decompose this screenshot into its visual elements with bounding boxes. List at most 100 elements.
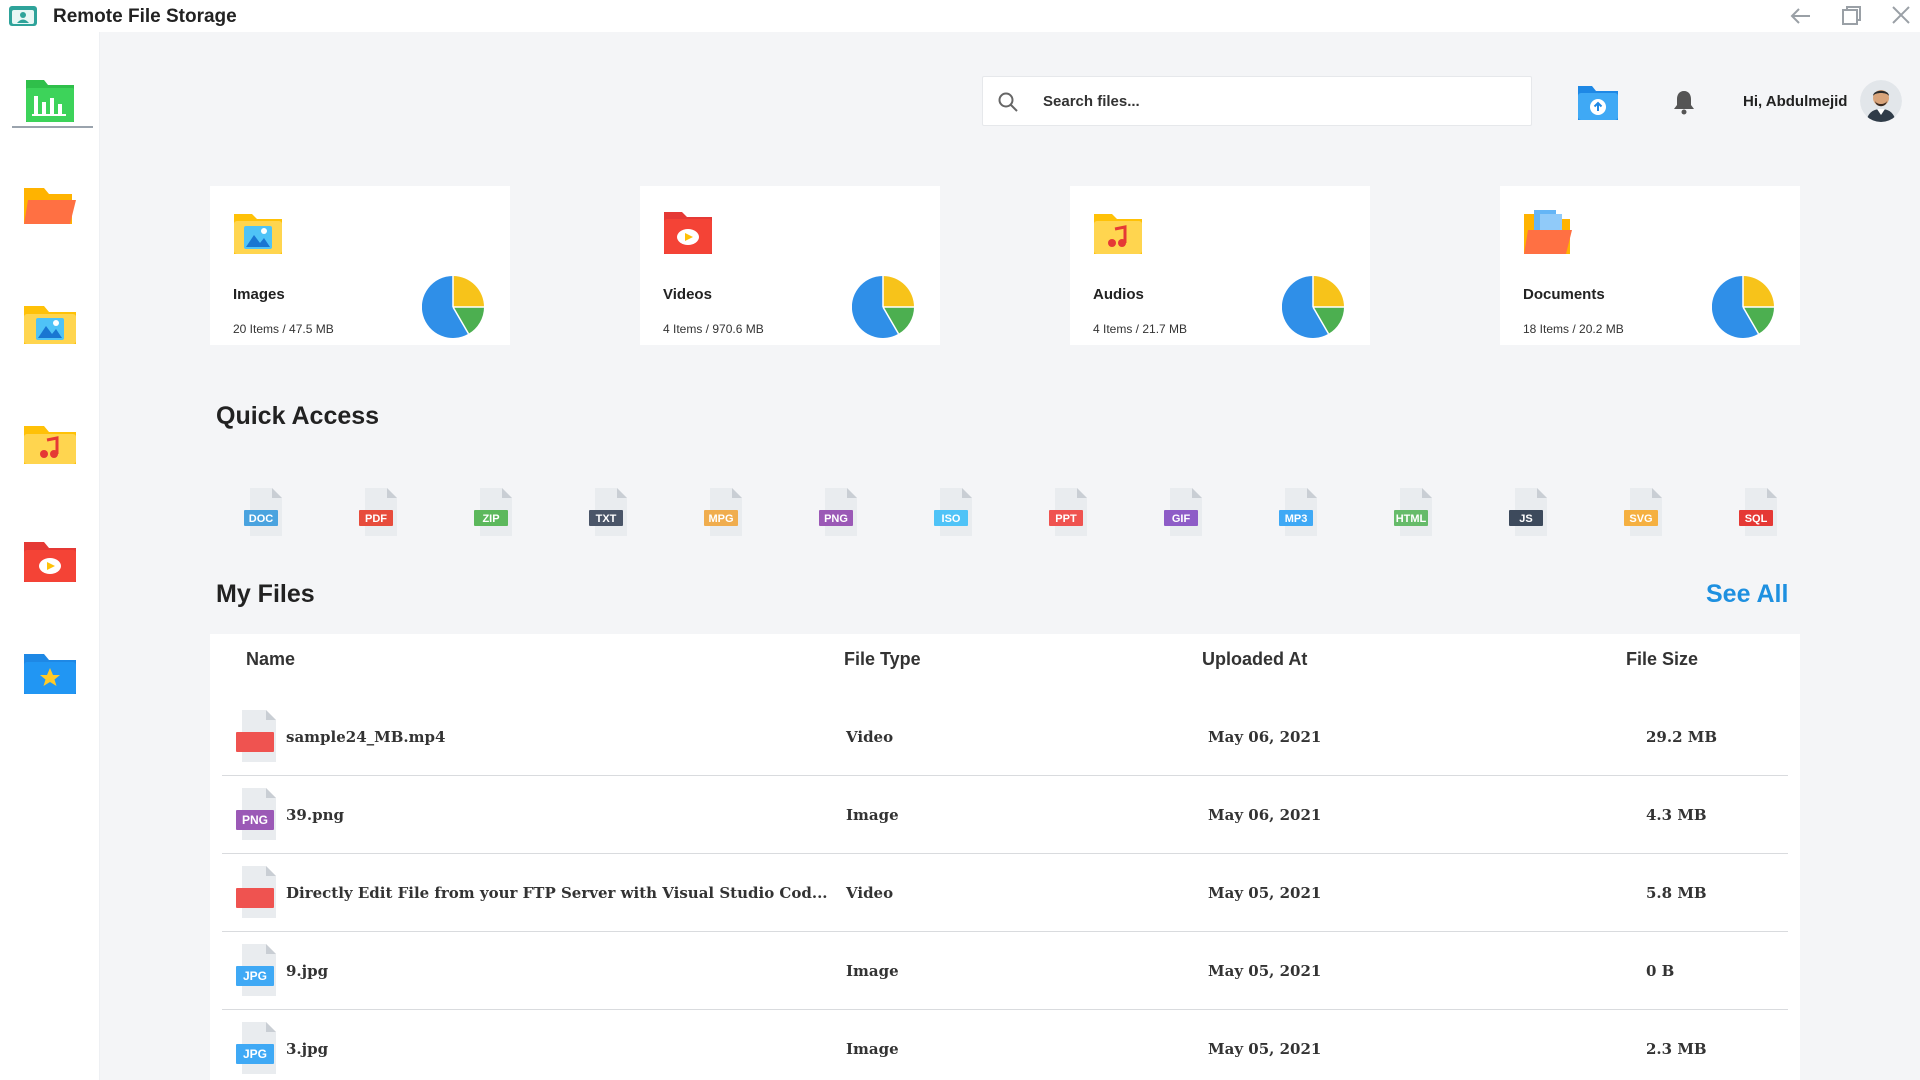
file-size: 29.2 MB (1646, 728, 1718, 746)
see-all-link[interactable]: See All (1706, 580, 1788, 609)
file-badge: JPG (243, 969, 267, 983)
storage-pie-chart (1712, 276, 1774, 338)
file-icon: JPG (234, 1020, 280, 1076)
sidebar-item-audios[interactable] (20, 414, 80, 474)
category-name: Documents (1523, 286, 1605, 303)
sidebar-item-videos[interactable] (20, 532, 80, 592)
file-uploaded-at: May 06, 2021 (1208, 728, 1322, 746)
quick-access-ppt[interactable]: PPT (1047, 486, 1091, 538)
image-folder-icon (24, 306, 76, 344)
category-card-documents[interactable]: Documents 18 Items / 20.2 MB (1500, 186, 1800, 345)
sidebar-item-all-files[interactable] (20, 176, 80, 236)
table-row[interactable]: JPG 3.jpg Image May 05, 2021 2.3 MB (222, 1010, 1788, 1080)
file-type-label: MP3 (1285, 513, 1308, 525)
file-type-label: DOC (249, 513, 274, 525)
file-size: 0 B (1646, 962, 1675, 980)
search-input[interactable] (1043, 77, 1513, 125)
quick-access-zip[interactable]: ZIP (472, 486, 516, 538)
maximize-icon[interactable] (1834, 2, 1868, 30)
app-title: Remote File Storage (53, 6, 237, 27)
file-badge: JPG (243, 1047, 267, 1061)
file-type-label: ISO (942, 513, 961, 525)
storage-pie-chart (852, 276, 914, 338)
mpg-file-icon: MPG (704, 488, 742, 536)
search-bar (982, 76, 1532, 126)
ppt-file-icon: PPT (1049, 488, 1087, 536)
sidebar-item-dashboard[interactable] (20, 70, 80, 130)
gif-file-icon: GIF (1164, 488, 1202, 536)
category-meta: 20 Items / 47.5 MB (233, 322, 334, 336)
close-icon[interactable] (1884, 2, 1918, 30)
category-card-audios[interactable]: Audios 4 Items / 21.7 MB (1070, 186, 1370, 345)
file-uploaded-at: May 06, 2021 (1208, 806, 1322, 824)
video-folder-icon (662, 208, 714, 258)
file-type: Image (846, 1040, 899, 1058)
file-type: Video (846, 728, 894, 746)
file-type-label: JS (1519, 513, 1532, 525)
column-header-uploaded[interactable]: Uploaded At (1202, 634, 1307, 684)
doc-file-icon: DOC (244, 488, 282, 536)
sidebar-item-images[interactable] (20, 294, 80, 354)
table-row[interactable]: Directly Edit File from your FTP Server … (222, 854, 1788, 932)
quick-access-mpg[interactable]: MPG (702, 486, 746, 538)
quick-access-iso[interactable]: ISO (932, 486, 976, 538)
upload-button[interactable] (1576, 80, 1620, 124)
quick-access-svg[interactable]: SVG (1622, 486, 1666, 538)
category-meta: 4 Items / 970.6 MB (663, 322, 764, 336)
storage-pie-chart (1282, 276, 1344, 338)
quick-access-title: Quick Access (216, 402, 380, 430)
file-type-label: SVG (1629, 513, 1652, 525)
column-header-name[interactable]: Name (246, 634, 295, 684)
user-avatar-icon (1860, 80, 1902, 122)
storage-pie-chart (422, 276, 484, 338)
zip-file-icon: ZIP (474, 488, 512, 536)
avatar[interactable] (1860, 80, 1902, 122)
file-size: 2.3 MB (1646, 1040, 1707, 1058)
file-name[interactable]: 3.jpg (286, 1040, 328, 1058)
document-folder-icon (1522, 208, 1574, 258)
file-type-label: PPT (1055, 513, 1077, 525)
quick-access-doc[interactable]: DOC (242, 486, 286, 538)
file-icon: PNG (234, 786, 280, 842)
category-card-videos[interactable]: Videos 4 Items / 970.6 MB (640, 186, 940, 345)
table-row[interactable]: JPG 9.jpg Image May 05, 2021 0 B (222, 932, 1788, 1010)
file-icon (234, 864, 280, 920)
file-uploaded-at: May 05, 2021 (1208, 962, 1322, 980)
file-name[interactable]: sample24_MB.mp4 (286, 728, 445, 746)
column-header-type[interactable]: File Type (844, 634, 921, 684)
quick-access-txt[interactable]: TXT (587, 486, 631, 538)
notifications-button[interactable] (1670, 88, 1698, 116)
quick-access-png[interactable]: PNG (817, 486, 861, 538)
sidebar-item-favorites[interactable] (20, 644, 80, 704)
search-icon (997, 91, 1019, 113)
category-name: Images (233, 286, 285, 303)
file-type-label: MPG (708, 513, 733, 525)
file-type: Video (846, 884, 894, 902)
table-row[interactable]: sample24_MB.mp4 Video May 06, 2021 29.2 MB (222, 698, 1788, 776)
file-size: 4.3 MB (1646, 806, 1707, 824)
quick-access-gif[interactable]: GIF (1162, 486, 1206, 538)
file-uploaded-at: May 05, 2021 (1208, 1040, 1322, 1058)
html-file-icon: HTML (1394, 488, 1432, 536)
quick-access-sql[interactable]: SQL (1737, 486, 1781, 538)
png-file-icon: PNG (819, 488, 857, 536)
back-icon[interactable] (1784, 2, 1818, 30)
file-name[interactable]: 39.png (286, 806, 344, 824)
column-header-size[interactable]: File Size (1626, 634, 1698, 684)
user-greeting: Hi, Abdulmejid (1743, 93, 1848, 110)
pdf-file-icon: PDF (359, 488, 397, 536)
quick-access-mp3[interactable]: MP3 (1277, 486, 1321, 538)
quick-access-pdf[interactable]: PDF (357, 486, 401, 538)
quick-access-html[interactable]: HTML (1392, 486, 1436, 538)
table-row[interactable]: PNG 39.png Image May 06, 2021 4.3 MB (222, 776, 1788, 854)
category-meta: 4 Items / 21.7 MB (1093, 322, 1188, 336)
file-name[interactable]: 9.jpg (286, 962, 328, 980)
category-card-images[interactable]: Images 20 Items / 47.5 MB (210, 186, 510, 345)
file-size: 5.8 MB (1646, 884, 1707, 902)
audio-folder-icon (1092, 208, 1144, 258)
my-files-title: My Files (216, 580, 315, 608)
quick-access-js[interactable]: JS (1507, 486, 1551, 538)
file-name[interactable]: Directly Edit File from your FTP Server … (286, 884, 828, 902)
sidebar (0, 32, 100, 1080)
cloud-upload-folder-icon (1578, 86, 1618, 120)
